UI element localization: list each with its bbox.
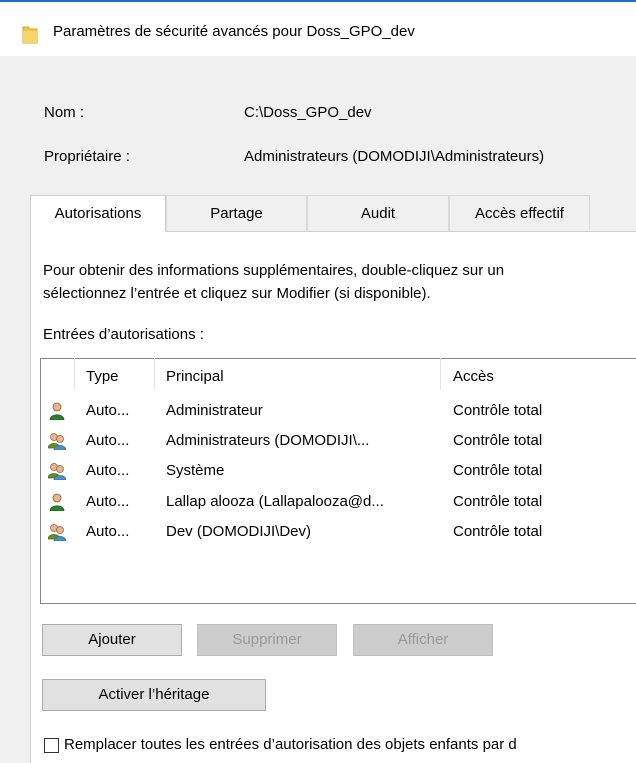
tab-partage-label: Partage	[210, 205, 263, 222]
row-access: Contrôle total	[453, 493, 543, 510]
advanced-security-window: Paramètres de sécurité avancés pour Doss…	[0, 0, 636, 763]
name-label: Nom :	[44, 104, 85, 121]
row-type: Auto...	[86, 493, 130, 510]
row-type: Auto...	[86, 523, 130, 540]
tab-autorisations-label: Autorisations	[54, 205, 142, 222]
column-separator	[440, 358, 441, 390]
row-access: Contrôle total	[453, 432, 543, 449]
description-line-1: Pour obtenir des informations supplément…	[43, 262, 505, 279]
row-principal: Administrateur	[166, 402, 263, 419]
column-separator	[74, 358, 75, 390]
tab-audit-label: Audit	[360, 205, 396, 222]
add-button[interactable]: Ajouter	[42, 624, 182, 656]
owner-label: Propriétaire :	[44, 148, 130, 165]
row-principal: Système	[166, 462, 225, 479]
user-icon	[49, 402, 65, 420]
group-icon	[48, 524, 66, 541]
group-icon	[48, 433, 66, 450]
row-type: Auto...	[86, 402, 130, 419]
column-header-type[interactable]: Type	[86, 368, 119, 385]
row-principal: Administrateurs (DOMODIJI\...	[166, 432, 370, 449]
replace-child-permissions-label[interactable]: Remplacer toutes les entrées d’autorisat…	[64, 736, 517, 753]
tab-acces-effectif-label: Accès effectif	[475, 205, 564, 222]
window-title: Paramètres de sécurité avancés pour Doss…	[53, 23, 415, 40]
row-type: Auto...	[86, 462, 130, 479]
row-access: Contrôle total	[453, 523, 543, 540]
name-value: C:\Doss_GPO_dev	[244, 104, 372, 121]
row-access: Contrôle total	[453, 462, 543, 479]
entries-label: Entrées d’autorisations :	[43, 326, 204, 343]
view-button[interactable]: Afficher	[353, 624, 493, 656]
column-separator	[154, 358, 155, 390]
title-bar: Paramètres de sécurité avancés pour Doss…	[0, 2, 636, 56]
row-type: Auto...	[86, 432, 130, 449]
column-header-principal[interactable]: Principal	[166, 368, 224, 385]
column-header-access[interactable]: Accès	[453, 368, 494, 385]
remove-button[interactable]: Supprimer	[197, 624, 337, 656]
permissions-list[interactable]	[40, 358, 636, 604]
row-principal: Lallap alooza (Lallapalooza@d...	[166, 493, 384, 510]
tab-autorisations[interactable]: Autorisations	[30, 195, 166, 232]
folder-icon	[22, 26, 38, 44]
tab-partage[interactable]: Partage	[166, 195, 307, 231]
row-access: Contrôle total	[453, 402, 543, 419]
tab-bar: Autorisations Partage Audit Accès effect…	[30, 195, 636, 232]
tab-audit[interactable]: Audit	[307, 195, 449, 231]
description-line-2: sélectionnez l’entrée et cliquez sur Mod…	[43, 285, 431, 302]
user-icon	[49, 493, 65, 511]
group-icon	[48, 463, 66, 480]
owner-value: Administrateurs (DOMODIJI\Administrateur…	[244, 148, 545, 165]
row-principal: Dev (DOMODIJI\Dev)	[166, 523, 312, 540]
tab-acces-effectif[interactable]: Accès effectif	[449, 195, 590, 231]
replace-child-permissions-checkbox[interactable]	[44, 738, 59, 753]
enable-inheritance-button[interactable]: Activer l’héritage	[42, 679, 266, 711]
